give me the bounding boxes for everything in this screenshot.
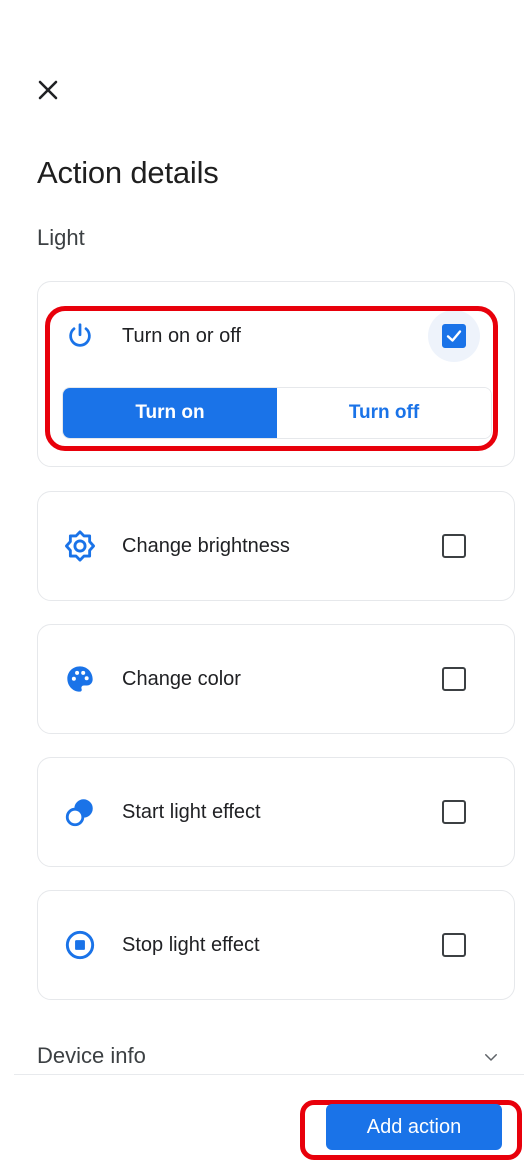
action-row-turn-on-off[interactable]: Turn on or off: [38, 306, 514, 366]
power-icon: [62, 318, 98, 354]
device-info-expander[interactable]: Device info: [37, 1043, 146, 1069]
action-row-start-light-effect[interactable]: Start light effect: [38, 782, 514, 842]
action-card-turn-on-off: Turn on or off Turn on Turn off: [37, 281, 515, 467]
palette-icon: [62, 661, 98, 697]
add-action-button[interactable]: Add action: [326, 1104, 502, 1150]
action-card-stop-light-effect: Stop light effect: [37, 890, 515, 1000]
action-label: Turn on or off: [122, 324, 241, 347]
change-color-checkbox[interactable]: [442, 667, 466, 691]
action-label: Change color: [122, 667, 241, 690]
turn-on-button[interactable]: Turn on: [63, 388, 277, 438]
light-effect-icon: [62, 794, 98, 830]
close-button[interactable]: [30, 72, 66, 108]
stop-circle-icon: [62, 927, 98, 963]
turn-on-off-checkbox[interactable]: [428, 310, 480, 362]
action-row-change-color[interactable]: Change color: [38, 649, 514, 709]
turn-off-button[interactable]: Turn off: [277, 388, 491, 438]
close-icon: [38, 80, 58, 100]
start-light-effect-checkbox[interactable]: [442, 800, 466, 824]
change-brightness-checkbox[interactable]: [442, 534, 466, 558]
footer-divider: [14, 1074, 524, 1075]
action-label: Start light effect: [122, 800, 261, 823]
action-label: Change brightness: [122, 534, 290, 557]
check-icon: [446, 330, 462, 342]
action-card-start-light-effect: Start light effect: [37, 757, 515, 867]
device-type-label: Light: [37, 225, 85, 250]
chevron-down-icon[interactable]: [482, 1048, 500, 1066]
action-label: Stop light effect: [122, 933, 260, 956]
action-row-change-brightness[interactable]: Change brightness: [38, 516, 514, 576]
action-card-change-brightness: Change brightness: [37, 491, 515, 601]
action-card-change-color: Change color: [37, 624, 515, 734]
on-off-toggle: Turn on Turn off: [62, 387, 492, 439]
stop-light-effect-checkbox[interactable]: [442, 933, 466, 957]
action-row-stop-light-effect[interactable]: Stop light effect: [38, 915, 514, 975]
checkbox-checked: [442, 324, 466, 348]
page-title: Action details: [37, 155, 219, 190]
brightness-icon: [62, 528, 98, 564]
